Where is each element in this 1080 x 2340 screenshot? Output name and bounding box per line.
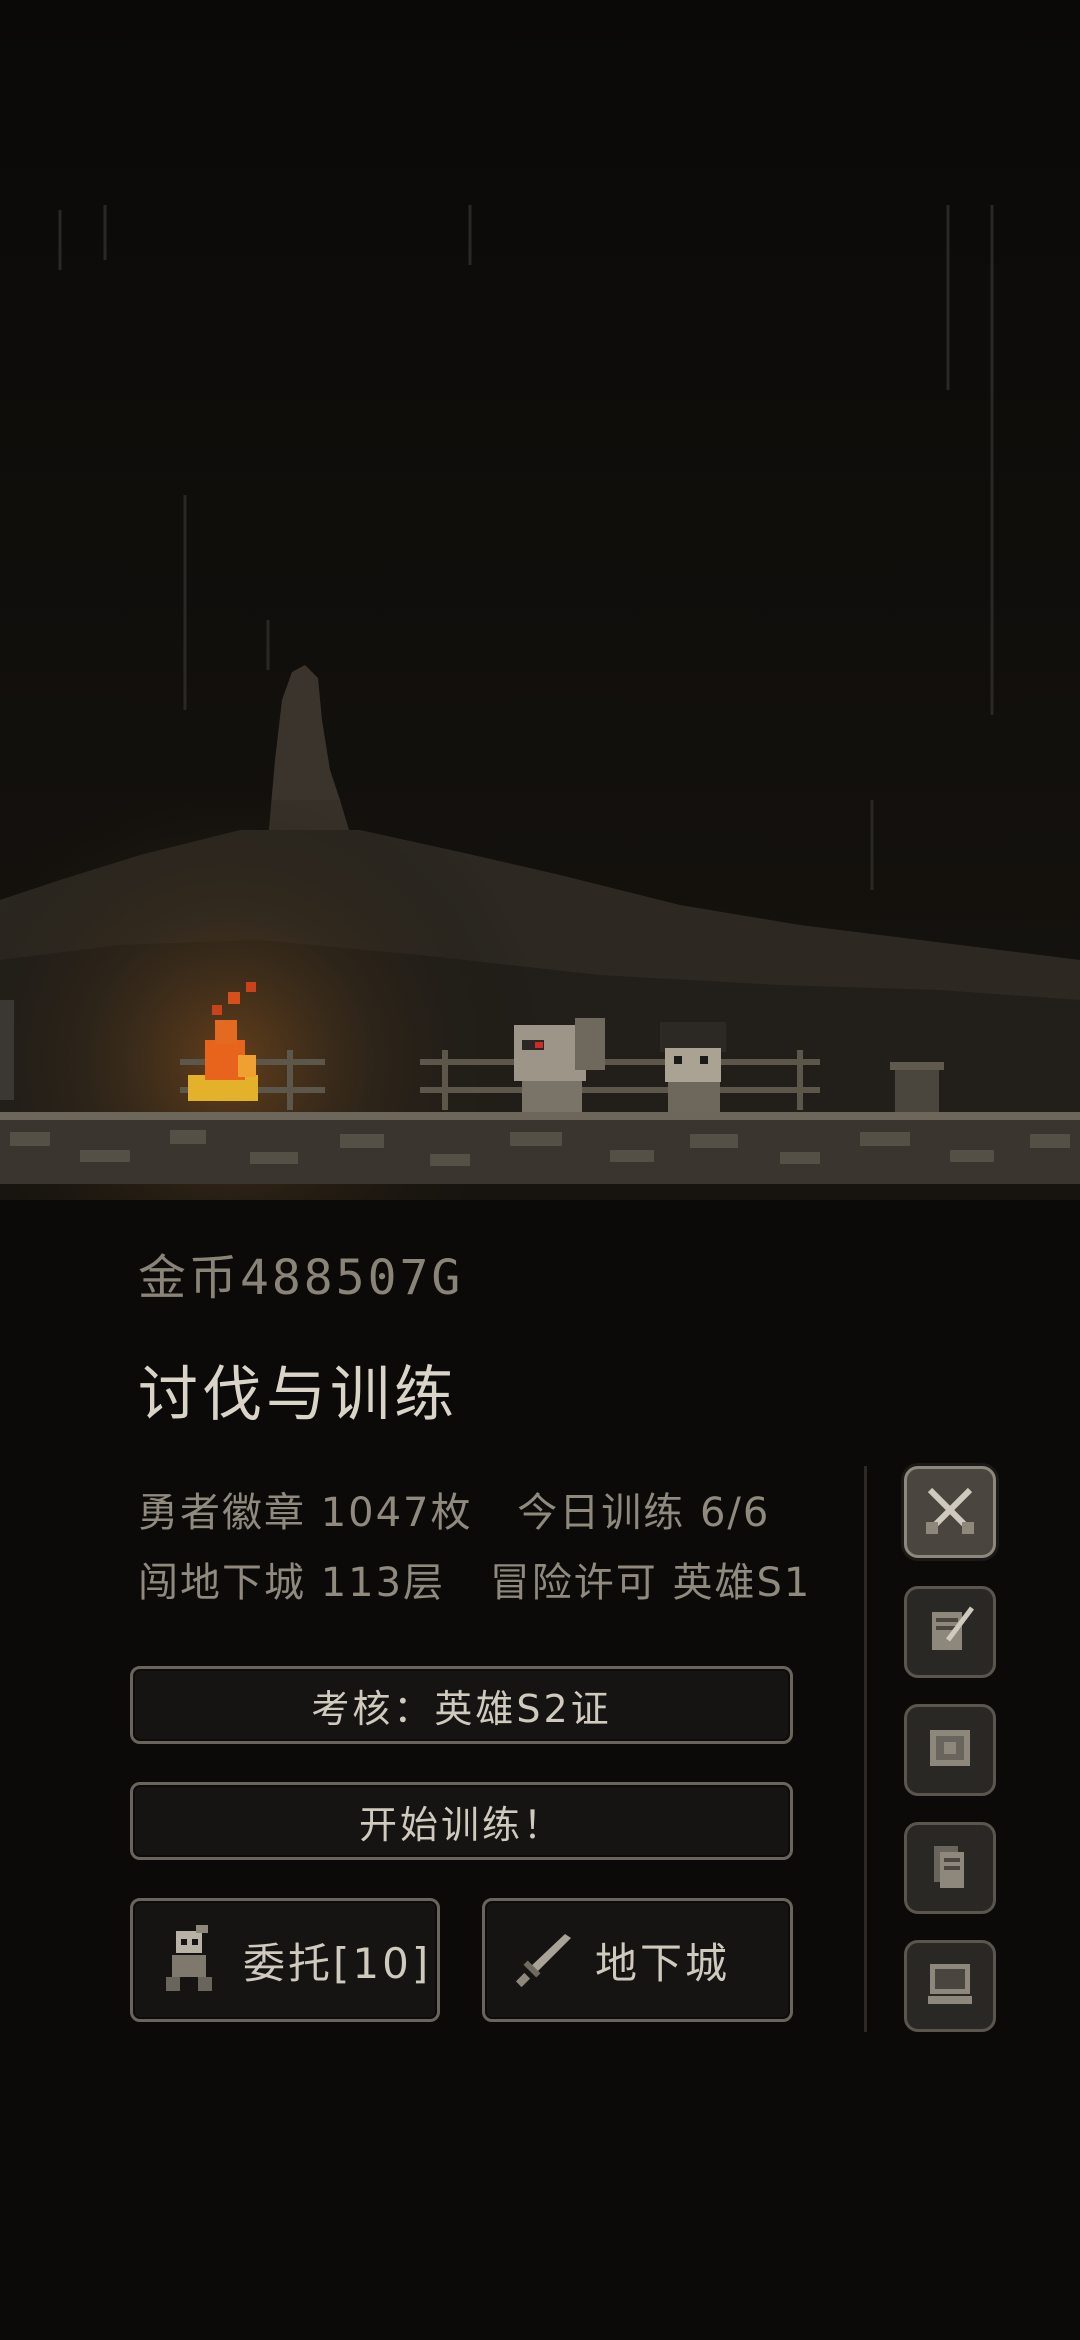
panel-divider [864,1466,867,2032]
document-stack-icon [922,1838,978,1898]
game-scene [0,0,1080,1200]
quest-button[interactable]: 委托[10] [130,1898,440,2022]
crossed-swords-icon [922,1482,978,1542]
badge-count: 勇者徽章 1047枚 [138,1490,473,1536]
character-hero [660,1022,726,1112]
dungeon-floor: 闯地下城 113层 [138,1560,446,1606]
start-training-button[interactable]: 开始训练！ [130,1782,793,1860]
side-computer-button[interactable] [904,1940,996,2032]
scroll-quill-icon [922,1602,978,1662]
side-battle-button[interactable] [904,1466,996,1558]
map-icon [922,1720,978,1780]
stats-row-1: 勇者徽章 1047枚 今日训练 6/6 [138,1478,841,1548]
stats-row-2: 闯地下城 113层 冒险许可 英雄S1 [138,1548,841,1618]
sword-icon [513,1925,573,1995]
dungeon-label: 地下城 [595,1938,731,1988]
skull-knight-icon [161,1925,221,1995]
computer-icon [922,1956,978,2016]
side-scroll-button[interactable] [904,1586,996,1678]
gold-counter: 金币488507G [138,1250,464,1306]
adventure-license: 冒险许可 英雄S1 [489,1560,812,1606]
exam-button[interactable]: 考核：英雄S2证 [130,1666,793,1744]
dungeon-button[interactable]: 地下城 [482,1898,793,2022]
quest-label: 委托[10] [243,1938,432,1988]
scene-art [0,0,1080,1200]
side-documents-button[interactable] [904,1822,996,1914]
side-map-button[interactable] [904,1704,996,1796]
today-training: 今日训练 6/6 [517,1490,771,1536]
stats-block: 勇者徽章 1047枚 今日训练 6/6 闯地下城 113层 冒险许可 英雄S1 [138,1478,841,1618]
page-title: 讨伐与训练 [138,1360,458,1430]
